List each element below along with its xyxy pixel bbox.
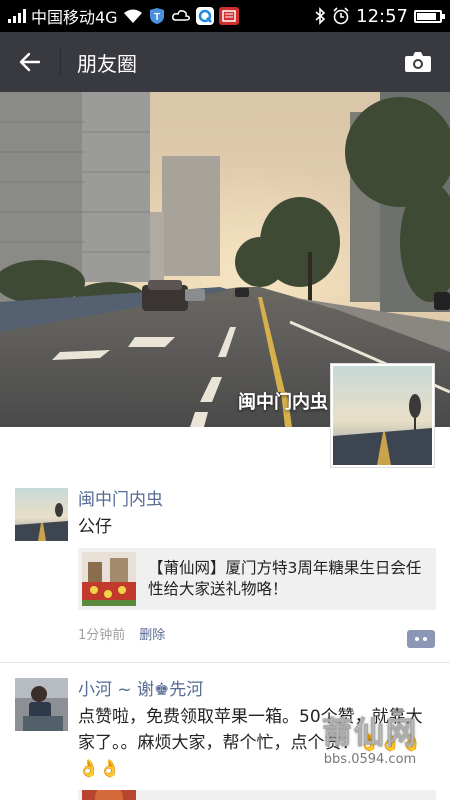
nav-divider — [60, 47, 61, 77]
shared-link-card[interactable] — [78, 790, 436, 800]
cover-owner-name[interactable]: 闽中门内虫 — [238, 388, 328, 414]
link-thumbnail — [82, 552, 136, 606]
link-title: 【莆仙网】厦门方特3周年糖果生日会任性给大家送礼物咯！ — [148, 559, 422, 598]
comment-more-button[interactable] — [407, 630, 435, 648]
post-meta: 1分钟前 删除 — [78, 624, 436, 643]
cloud-icon — [171, 8, 191, 24]
back-arrow-icon — [19, 52, 41, 72]
moment-post: 小河 ~ 谢♚先河 点赞啦，免费领取苹果一箱。50个赞，就靠大家了。。麻烦大家，… — [0, 670, 450, 800]
shield-icon: T — [148, 7, 166, 25]
page-title: 朋友圈 — [77, 51, 137, 76]
post-content: 闽中门内虫 公仔 【莆仙网】厦门方特3周年糖果生日会任性给大家送礼物咯！ 1分钟… — [78, 488, 436, 643]
moment-post: 闽中门内虫 公仔 【莆仙网】厦门方特3周年糖果生日会任性给大家送礼物咯！ 1分钟… — [0, 480, 450, 662]
delete-post-button[interactable]: 删除 — [139, 624, 165, 643]
wifi-icon — [123, 8, 143, 24]
post-time: 1分钟前 — [78, 628, 126, 643]
avatar-image — [333, 366, 432, 465]
alarm-icon — [332, 7, 350, 25]
link-thumbnail — [82, 790, 136, 800]
wechat-moments-screen: 中国移动4G T 12:57 朋友圈 闽中门内虫 闽中门内虫 公仔 【莆仙网】厦… — [0, 0, 450, 800]
post-content: 小河 ~ 谢♚先河 点赞啦，免费领取苹果一箱。50个赞，就靠大家了。。麻烦大家，… — [78, 678, 436, 800]
carrier-label: 中国移动4G — [31, 8, 118, 27]
camera-button[interactable] — [386, 32, 450, 92]
qq-icon — [195, 7, 214, 25]
post-author-name[interactable]: 小河 ~ 谢♚先河 — [78, 678, 436, 702]
post-text: 点赞啦，免费领取苹果一箱。50个赞，就靠大家了。。麻烦大家，帮个忙，点个赞！👌👌… — [78, 707, 423, 779]
post-text: 公仔 — [78, 517, 112, 537]
post-divider — [0, 662, 450, 663]
news-icon — [218, 7, 239, 25]
camera-icon — [405, 52, 431, 72]
shared-link-card[interactable]: 【莆仙网】厦门方特3周年糖果生日会任性给大家送礼物咯！ — [78, 548, 436, 610]
post-author-avatar[interactable] — [15, 488, 68, 541]
dots-icon — [415, 637, 419, 641]
post-author-name[interactable]: 闽中门内虫 — [78, 488, 436, 512]
battery-icon — [414, 9, 445, 23]
bluetooth-icon — [314, 7, 326, 25]
post-author-avatar[interactable] — [15, 678, 68, 731]
profile-avatar[interactable] — [330, 363, 435, 468]
back-button[interactable] — [0, 32, 60, 92]
clock-label: 12:57 — [356, 5, 408, 27]
top-navigation-bar: 朋友圈 — [0, 32, 450, 92]
status-bar: 中国移动4G T 12:57 — [0, 0, 450, 32]
signal-icon — [8, 9, 26, 23]
svg-text:T: T — [154, 12, 160, 23]
